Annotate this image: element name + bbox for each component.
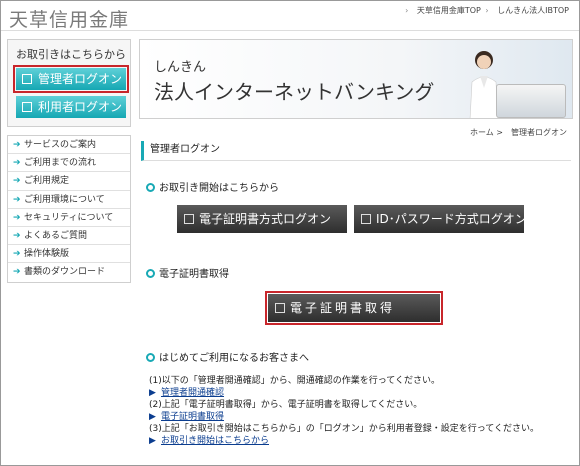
first-time-instructions: (1)以下の「管理者開通確認」から、開通確認の作業を行ってください。 ▶ 管理者開… xyxy=(149,375,571,447)
section-start-heading: お取引き開始はこちらから xyxy=(146,179,279,194)
top-link-bank[interactable]: 天草信用金庫TOP xyxy=(417,5,481,16)
sidebar-item-label: セキュリティについて xyxy=(24,212,114,223)
arrow-right-icon: ➔ xyxy=(13,194,21,205)
section-first-heading: はじめてご利用になるお客さまへ xyxy=(146,349,309,364)
sidebar-item-environment[interactable]: ➔ ご利用環境について xyxy=(8,191,130,209)
cert-login-label: 電子証明書方式ログオン xyxy=(199,212,332,226)
sidebar-item-flow[interactable]: ➔ ご利用までの流れ xyxy=(8,154,130,173)
link-arrow-icon: ▶ xyxy=(149,436,156,446)
arrow-right-icon: ➔ xyxy=(13,267,21,278)
section-cert-label: 電子証明書取得 xyxy=(159,269,229,280)
instruction-step-1: (1)以下の「管理者開通確認」から、開通確認の作業を行ってください。 xyxy=(149,376,441,386)
window-icon xyxy=(22,74,32,84)
sidebar-item-faq[interactable]: ➔ よくあるご質問 xyxy=(8,227,130,246)
link-separator-icon: › xyxy=(405,6,409,15)
arrow-right-icon: ➔ xyxy=(13,158,21,169)
admin-activation-link-label: 管理者開通確認 xyxy=(161,388,225,398)
user-login-label: 利用者ログオン xyxy=(38,100,123,114)
bank-logo[interactable]: 天草信用金庫 xyxy=(9,5,129,32)
breadcrumb[interactable]: ホーム > 管理者ログオン xyxy=(470,127,567,138)
start-transaction-link[interactable]: ▶ お取引き開始はこちらから xyxy=(149,435,571,447)
admin-activation-link[interactable]: ▶ 管理者開通確認 xyxy=(149,387,571,399)
sidebar-item-downloads[interactable]: ➔ 書類のダウンロード xyxy=(8,263,130,281)
section-first-label: はじめてご利用になるお客さまへ xyxy=(159,353,309,364)
banner-subtitle: しんきん xyxy=(154,60,207,75)
sidebar-item-terms[interactable]: ➔ ご利用規定 xyxy=(8,172,130,191)
arrow-right-icon: ➔ xyxy=(13,249,21,260)
sidebar-item-label: 書類のダウンロード xyxy=(24,267,106,278)
top-link-ibtop[interactable]: しんきん法人IBTOP xyxy=(497,5,569,16)
certificate-link[interactable]: ▶ 電子証明書取得 xyxy=(149,411,571,423)
get-certificate-button[interactable]: 電子証明書取得 xyxy=(265,291,443,325)
link-arrow-icon: ▶ xyxy=(149,388,156,398)
arrow-right-icon: ➔ xyxy=(13,212,21,223)
id-login-label: ID･パスワード方式ログオン xyxy=(376,212,527,226)
sidebar-item-label: よくあるご質問 xyxy=(24,230,88,241)
sidebar-item-service[interactable]: ➔ サービスのご案内 xyxy=(8,136,130,155)
sidebar-item-label: 操作体験版 xyxy=(24,249,70,260)
link-arrow-icon: ▶ xyxy=(149,412,156,422)
cert-login-button[interactable]: 電子証明書方式ログオン xyxy=(177,205,347,233)
page-title: 管理者ログオン xyxy=(141,141,571,161)
window-icon xyxy=(184,214,194,224)
instruction-step-2: (2)上記「電子証明書取得」から、電子証明書を取得してください。 xyxy=(149,400,423,410)
window-icon xyxy=(275,303,285,313)
sidebar-login-title: お取引きはこちらから xyxy=(16,48,126,61)
sidebar-menu: ➔ サービスのご案内 ➔ ご利用までの流れ ➔ ご利用規定 ➔ ご利用環境について ➔ セ… xyxy=(7,135,131,283)
sidebar-item-label: サービスのご案内 xyxy=(24,140,97,150)
certificate-link-label: 電子証明書取得 xyxy=(161,412,225,422)
top-links: › 天草信用金庫TOP › しんきん法人IBTOP xyxy=(403,5,569,16)
laptop-image xyxy=(496,84,566,118)
start-transaction-link-label: お取引き開始はこちらから xyxy=(161,436,270,446)
link-separator-icon: › xyxy=(485,6,489,15)
sidebar-item-demo[interactable]: ➔ 操作体験版 xyxy=(8,245,130,264)
circle-bullet-icon xyxy=(146,269,155,278)
hero-banner: しんきん 法人インターネットバンキング xyxy=(139,39,573,119)
arrow-right-icon: ➔ xyxy=(13,230,21,241)
window-icon xyxy=(361,214,371,224)
admin-login-label: 管理者ログオン xyxy=(38,72,123,86)
sidebar-item-label: ご利用環境について xyxy=(24,194,105,205)
page-frame: 天草信用金庫 › 天草信用金庫TOP › しんきん法人IBTOP お取引きはこち… xyxy=(0,0,580,466)
admin-login-button[interactable]: 管理者ログオン xyxy=(13,65,129,93)
sidebar-item-label: ご利用規定 xyxy=(24,176,70,187)
sidebar-item-security[interactable]: ➔ セキュリティについて xyxy=(8,209,130,227)
arrow-right-icon: ➔ xyxy=(13,140,21,150)
circle-bullet-icon xyxy=(146,183,155,192)
circle-bullet-icon xyxy=(146,353,155,362)
sidebar-login-box: お取引きはこちらから 管理者ログオン 利用者ログオン xyxy=(7,39,131,127)
arrow-right-icon: ➔ xyxy=(13,176,21,187)
id-password-login-button[interactable]: ID･パスワード方式ログオン xyxy=(354,205,527,233)
banner-title: 法人インターネットバンキング xyxy=(154,80,435,104)
get-certificate-label: 電子証明書取得 xyxy=(290,301,396,315)
window-icon xyxy=(22,102,32,112)
top-bar: 天草信用金庫 › 天草信用金庫TOP › しんきん法人IBTOP xyxy=(1,1,579,31)
instruction-step-3: (3)上記「お取引き開始はこちらから」の「ログオン」から利用者登録・設定を行って… xyxy=(149,424,540,434)
sidebar-item-label: ご利用までの流れ xyxy=(24,158,97,169)
section-cert-heading: 電子証明書取得 xyxy=(146,265,229,280)
user-login-button[interactable]: 利用者ログオン xyxy=(16,96,126,118)
section-start-label: お取引き開始はこちらから xyxy=(159,183,279,194)
